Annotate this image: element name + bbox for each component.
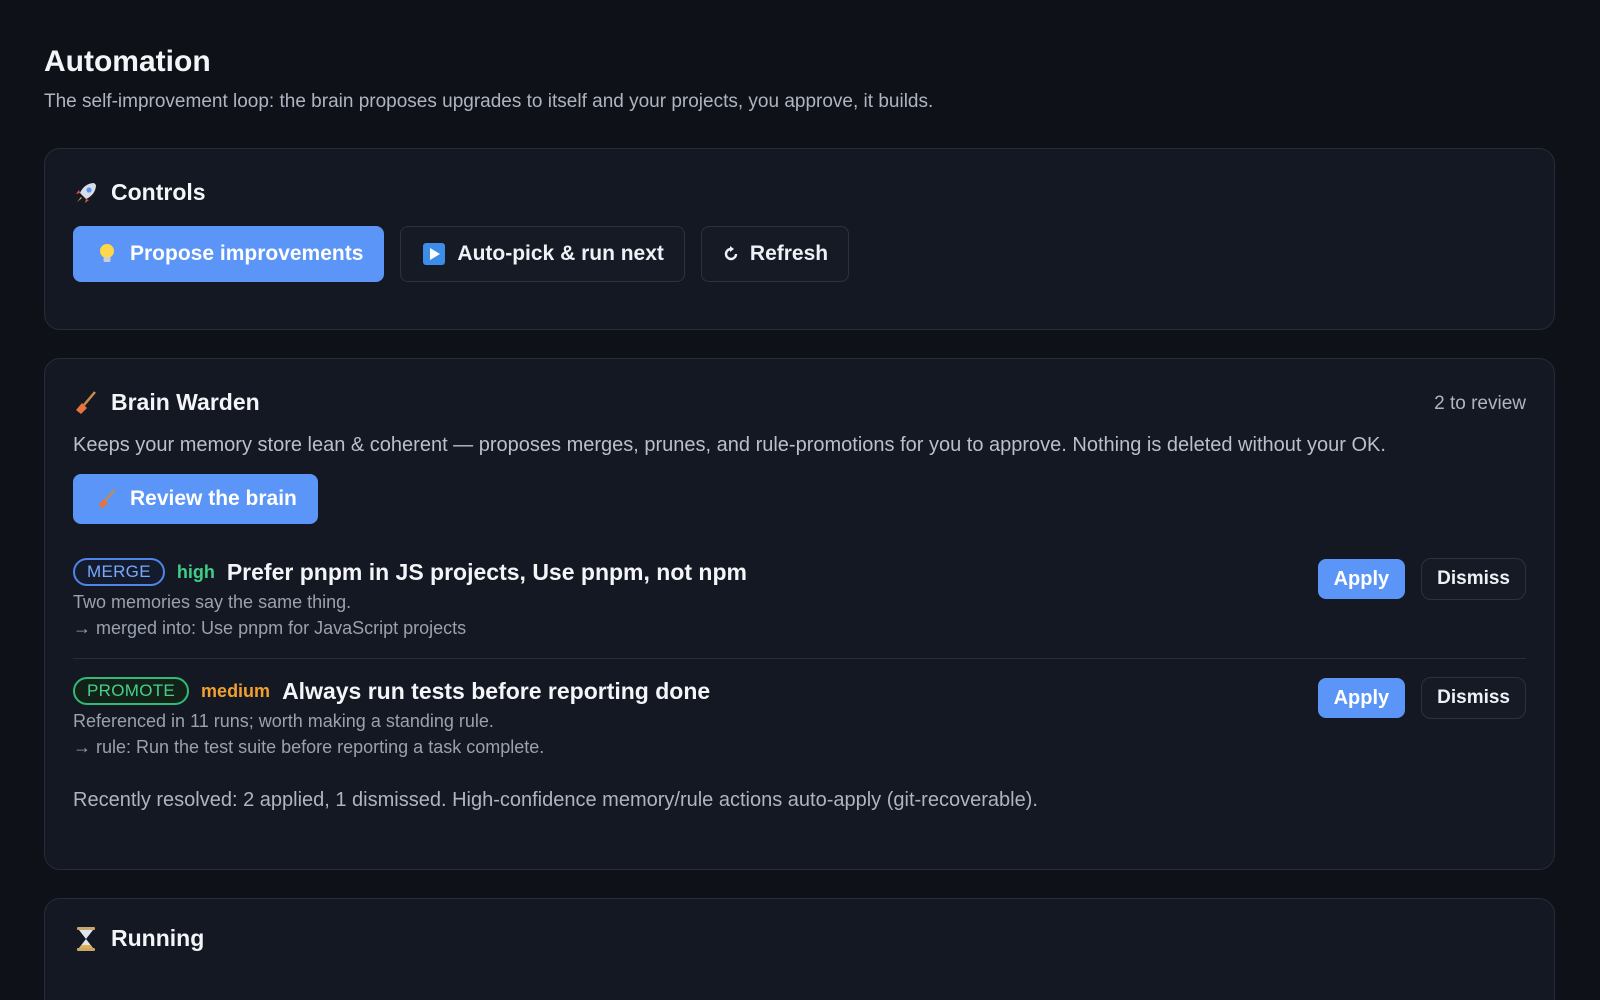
- proposal-reason: Referenced in 11 runs; worth making a st…: [73, 711, 494, 731]
- propose-improvements-label: Propose improvements: [130, 242, 364, 265]
- apply-button[interactable]: Apply: [1317, 678, 1406, 718]
- controls-header: Controls: [73, 179, 1526, 206]
- review-count: 2 to review: [1434, 393, 1526, 414]
- propose-improvements-button[interactable]: Propose improvements: [73, 226, 385, 282]
- running-title: Running: [111, 925, 205, 951]
- lightbulb-icon: [94, 241, 120, 267]
- confidence-label: medium: [201, 680, 271, 701]
- brain-warden-card: Brain Warden 2 to review Keeps your memo…: [44, 358, 1555, 870]
- proposal-head: PROMOTE medium Always run tests before r…: [73, 677, 1526, 705]
- proposal-title: Always run tests before reporting done: [282, 677, 711, 704]
- apply-button[interactable]: Apply: [1317, 559, 1406, 599]
- proposal-item: PROMOTE medium Always run tests before r…: [73, 677, 1526, 759]
- warden-description: Keeps your memory store lean & coherent …: [73, 434, 1386, 456]
- page-subtitle: The self-improvement loop: the brain pro…: [44, 91, 934, 112]
- proposal-head: MERGE high Prefer pnpm in JS projects, U…: [73, 558, 1526, 586]
- proposal-actions: Apply Dismiss: [1317, 558, 1526, 600]
- proposal-title: Prefer pnpm in JS projects, Use pnpm, no…: [226, 558, 747, 585]
- dismiss-button[interactable]: Dismiss: [1421, 558, 1526, 600]
- controls-card: Controls Propose improvements Auto-pick …: [44, 148, 1555, 330]
- refresh-label: Refresh: [749, 242, 829, 265]
- proposal-type-badge: MERGE: [73, 558, 165, 586]
- review-brain-button[interactable]: Review the brain: [73, 474, 318, 524]
- auto-pick-run-label: Auto-pick & run next: [457, 242, 664, 265]
- proposal-type-badge: PROMOTE: [73, 677, 190, 705]
- review-brain-label: Review the brain: [130, 487, 297, 510]
- broom-icon: [94, 486, 120, 512]
- broom-icon: [73, 390, 99, 416]
- resolved-summary: Recently resolved: 2 applied, 1 dismisse…: [73, 789, 1038, 811]
- page-title: Automation: [44, 45, 211, 78]
- proposal-reason: Two memories say the same thing.: [73, 592, 352, 612]
- controls-button-row: Propose improvements Auto-pick & run nex…: [73, 226, 1526, 282]
- confidence-label: high: [176, 561, 215, 582]
- proposal-result: → merged into: Use pnpm for JavaScript p…: [73, 618, 467, 638]
- running-header: Running: [73, 925, 1526, 952]
- proposal-item: MERGE high Prefer pnpm in JS projects, U…: [73, 558, 1526, 659]
- running-card: Running: [44, 898, 1555, 1000]
- refresh-icon: [722, 241, 740, 267]
- play-icon: [421, 241, 447, 267]
- auto-pick-run-button[interactable]: Auto-pick & run next: [400, 226, 685, 282]
- controls-title: Controls: [111, 179, 206, 205]
- proposal-result: → rule: Run the test suite before report…: [73, 737, 545, 757]
- dismiss-button[interactable]: Dismiss: [1421, 677, 1526, 719]
- rocket-icon: [73, 180, 99, 206]
- warden-header: Brain Warden: [73, 389, 1526, 416]
- proposal-actions: Apply Dismiss: [1317, 677, 1526, 719]
- warden-title: Brain Warden: [111, 389, 260, 415]
- refresh-button[interactable]: Refresh: [700, 226, 850, 282]
- hourglass-icon: [73, 926, 99, 952]
- automation-page: Automation The self-improvement loop: th…: [0, 0, 1600, 1000]
